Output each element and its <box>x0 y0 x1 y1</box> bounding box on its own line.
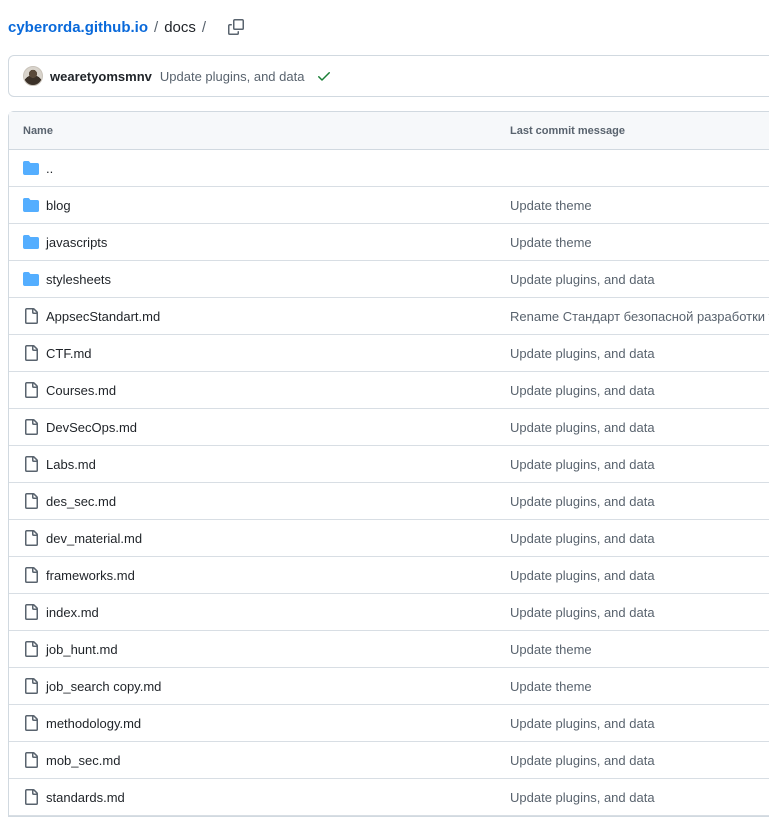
table-row[interactable]: .. <box>9 150 769 187</box>
commit-message-link[interactable]: Update plugins, and data <box>510 272 655 287</box>
folder-icon <box>23 160 39 176</box>
breadcrumb-trailing-separator: / <box>201 18 207 36</box>
table-row[interactable]: DevSecOps.md Update plugins, and data <box>9 409 769 446</box>
folder-name-link[interactable]: .. <box>46 161 53 176</box>
table-row[interactable]: stylesheets Update plugins, and data <box>9 261 769 298</box>
breadcrumb: cyberorda.github.io / docs / <box>8 15 246 39</box>
copy-path-button[interactable] <box>226 17 246 37</box>
file-icon <box>23 567 39 583</box>
commit-message-link[interactable]: Update plugins, and data <box>510 790 655 805</box>
table-row[interactable]: des_sec.md Update plugins, and data <box>9 483 769 520</box>
table-row[interactable]: standards.md Update plugins, and data <box>9 779 769 816</box>
commit-message-link[interactable]: Update plugins, and data <box>510 716 655 731</box>
commit-message-link[interactable]: Update plugins, and data <box>510 753 655 768</box>
commit-message-link[interactable]: Update plugins, and data <box>510 531 655 546</box>
file-icon <box>23 456 39 472</box>
folder-icon <box>23 234 39 250</box>
commit-message-link[interactable]: Update plugins, and data <box>510 457 655 472</box>
file-icon <box>23 678 39 694</box>
file-name-link[interactable]: AppsecStandart.md <box>46 309 160 324</box>
file-name-link[interactable]: des_sec.md <box>46 494 116 509</box>
table-row[interactable]: mob_sec.md Update plugins, and data <box>9 742 769 779</box>
commit-message-link[interactable]: Update theme <box>510 198 592 213</box>
file-icon <box>23 308 39 324</box>
file-name-link[interactable]: DevSecOps.md <box>46 420 137 435</box>
file-name-link[interactable]: mob_sec.md <box>46 753 120 768</box>
folder-name-link[interactable]: blog <box>46 198 71 213</box>
table-row[interactable]: Labs.md Update plugins, and data <box>9 446 769 483</box>
copy-icon <box>228 19 245 35</box>
file-icon <box>23 604 39 620</box>
file-icon <box>23 641 39 657</box>
commit-message-link[interactable]: Update plugins, and data <box>510 568 655 583</box>
table-row[interactable]: frameworks.md Update plugins, and data <box>9 557 769 594</box>
folder-name-link[interactable]: javascripts <box>46 235 107 250</box>
breadcrumb-separator: / <box>154 18 159 36</box>
commit-author-link[interactable]: wearetyomsmnv <box>50 69 152 84</box>
folder-icon <box>23 197 39 213</box>
check-icon <box>318 72 331 81</box>
table-row[interactable]: CTF.md Update plugins, and data <box>9 335 769 372</box>
file-name-link[interactable]: methodology.md <box>46 716 141 731</box>
commit-message-link[interactable]: Update theme <box>510 642 592 657</box>
file-icon <box>23 530 39 546</box>
breadcrumb-repo-link[interactable]: cyberorda.github.io <box>8 19 148 36</box>
file-name-link[interactable]: Courses.md <box>46 383 116 398</box>
folder-icon <box>23 271 39 287</box>
file-table: Name Last commit message .. blog Update t… <box>8 111 769 817</box>
commit-message-link[interactable]: Update plugins, and data <box>510 383 655 398</box>
file-name-link[interactable]: Labs.md <box>46 457 96 472</box>
commit-message-link[interactable]: Update plugins, and data <box>510 494 655 509</box>
file-icon <box>23 493 39 509</box>
commit-message-link[interactable]: Update plugins, and data <box>510 420 655 435</box>
breadcrumb-current-folder: docs <box>164 18 196 36</box>
column-header-last-commit-message: Last commit message <box>510 124 625 137</box>
commit-message-link[interactable]: Update plugins, and data <box>510 346 655 361</box>
file-name-link[interactable]: job_search copy.md <box>46 679 161 694</box>
folder-name-link[interactable]: stylesheets <box>46 272 111 287</box>
file-table-body: .. blog Update theme javascripts Update th… <box>9 150 769 816</box>
table-row[interactable]: blog Update theme <box>9 187 769 224</box>
file-name-link[interactable]: standards.md <box>46 790 125 805</box>
table-row[interactable]: job_search copy.md Update theme <box>9 668 769 705</box>
table-row[interactable]: dev_material.md Update plugins, and data <box>9 520 769 557</box>
file-icon <box>23 345 39 361</box>
file-name-link[interactable]: job_hunt.md <box>46 642 118 657</box>
file-icon <box>23 789 39 805</box>
table-row[interactable]: Courses.md Update plugins, and data <box>9 372 769 409</box>
table-row[interactable]: AppsecStandart.md Rename Стандарт безопас… <box>9 298 769 335</box>
commit-message-link[interactable]: Rename Стандарт безопасной разработки to <box>510 309 769 324</box>
table-row[interactable]: index.md Update plugins, and data <box>9 594 769 631</box>
file-icon <box>23 382 39 398</box>
file-icon <box>23 752 39 768</box>
commit-message-link[interactable]: Update plugins, and data <box>160 69 305 84</box>
file-name-link[interactable]: dev_material.md <box>46 531 142 546</box>
table-row[interactable]: javascripts Update theme <box>9 224 769 261</box>
file-name-link[interactable]: CTF.md <box>46 346 92 361</box>
commit-status[interactable] <box>316 68 332 84</box>
table-row[interactable]: job_hunt.md Update theme <box>9 631 769 668</box>
file-icon <box>23 715 39 731</box>
file-name-link[interactable]: index.md <box>46 605 99 620</box>
latest-commit-bar: wearetyomsmnv Update plugins, and data <box>8 55 769 97</box>
commit-message-link[interactable]: Update theme <box>510 679 592 694</box>
column-header-name: Name <box>23 124 53 137</box>
commit-message-link[interactable]: Update theme <box>510 235 592 250</box>
avatar[interactable] <box>23 66 43 86</box>
file-name-link[interactable]: frameworks.md <box>46 568 135 583</box>
file-table-header: Name Last commit message <box>9 112 769 150</box>
file-icon <box>23 419 39 435</box>
commit-message-link[interactable]: Update plugins, and data <box>510 605 655 620</box>
table-row[interactable]: methodology.md Update plugins, and data <box>9 705 769 742</box>
